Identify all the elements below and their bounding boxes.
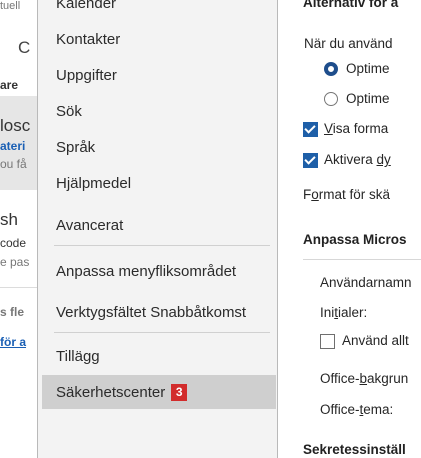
options-nav: Kalender Kontakter Uppgifter Sök Språk H…	[37, 0, 278, 458]
checkbox-visa-format-label: Visa forma	[324, 121, 389, 136]
nav-item-hjalpmedel[interactable]: Hjälpmedel	[42, 166, 276, 200]
nav-label: Kalender	[56, 0, 117, 12]
msg2-subject: code	[0, 236, 27, 250]
nav-label: Hjälpmedel	[56, 174, 132, 192]
nav-item-sok[interactable]: Sök	[42, 94, 276, 128]
more-link[interactable]: för a	[0, 335, 26, 349]
nav-label: Kontakter	[56, 30, 121, 48]
nav-label: Tillägg	[56, 347, 100, 365]
nav-divider	[54, 332, 270, 333]
section-header-sekretess: Sekretessinställ	[303, 442, 406, 457]
nav-label: Sök	[56, 102, 82, 120]
msg2-preview: e pas	[0, 255, 30, 269]
options-content: Alternativ för a När du använd Optime Op…	[278, 0, 421, 458]
nav-label: Avancerat	[56, 216, 124, 234]
nav-item-tillagg[interactable]: Tillägg	[42, 339, 276, 373]
nav-item-kalender[interactable]: Kalender	[42, 0, 276, 20]
format-label: Format för skä	[303, 187, 391, 202]
when-using-text: När du använd	[304, 36, 393, 51]
nav-item-verktygsfaltet-snabbatkomst[interactable]: Verktygsfältet Snabbåtkomst	[42, 295, 276, 329]
nav-item-avancerat[interactable]: Avancerat	[42, 208, 276, 242]
step-badge: 3	[171, 383, 188, 401]
search-letter: C	[18, 38, 31, 57]
nav-label: Verktygsfältet Snabbåtkomst	[56, 303, 247, 321]
nav-divider	[54, 245, 270, 246]
nav-item-kontakter[interactable]: Kontakter	[42, 22, 276, 56]
list-header: are	[0, 78, 19, 92]
radio-optimize-1[interactable]	[324, 62, 338, 76]
nav-item-uppgifter[interactable]: Uppgifter	[42, 58, 276, 92]
nav-item-anpassa-menyfliksomradet[interactable]: Anpassa menyfliksområdet	[42, 254, 276, 288]
nav-item-sprak[interactable]: Språk	[42, 130, 276, 164]
radio-optimize-2[interactable]	[324, 92, 338, 106]
office-theme-label: Office-tema:	[320, 402, 394, 417]
nav-label: Uppgifter	[56, 66, 117, 84]
radio-optimize-1-label: Optime	[346, 61, 390, 76]
top-fragment: tuell	[0, 0, 21, 12]
msg1-preview: ou få	[0, 157, 27, 171]
background-mail-list: tuell C are losc ateri ou få sh code e p…	[0, 0, 37, 458]
checkbox-aktivera-label: Aktivera dy	[324, 152, 391, 167]
office-background-label: Office-bakgrun	[320, 371, 409, 386]
section-header-anpassa: Anpassa Micros	[303, 232, 407, 247]
checkbox-anvand-alltid-label: Använd allt	[342, 333, 409, 348]
checkbox-aktivera[interactable]	[303, 153, 318, 168]
msg2-sender: sh	[0, 210, 18, 229]
nav-label: Säkerhetscenter	[56, 383, 166, 401]
msg1-subject: ateri	[0, 139, 26, 153]
section-header-alternativ: Alternativ för a	[303, 0, 399, 10]
nav-label: Anpassa menyfliksområdet	[56, 262, 237, 280]
msg1-sender: losc	[0, 116, 31, 135]
checkbox-anvand-alltid[interactable]	[320, 334, 335, 349]
nav-item-sakerhetscenter[interactable]: Säkerhetscenter 3	[42, 375, 276, 409]
list-divider	[0, 287, 37, 288]
radio-optimize-2-label: Optime	[346, 91, 390, 106]
checkbox-visa-format[interactable]	[303, 122, 318, 137]
section-divider	[303, 259, 421, 260]
more-text: s fle	[0, 305, 25, 319]
username-label: Användarnamn	[320, 275, 412, 290]
nav-label: Språk	[56, 138, 96, 156]
initials-label: Initialer:	[320, 305, 368, 320]
